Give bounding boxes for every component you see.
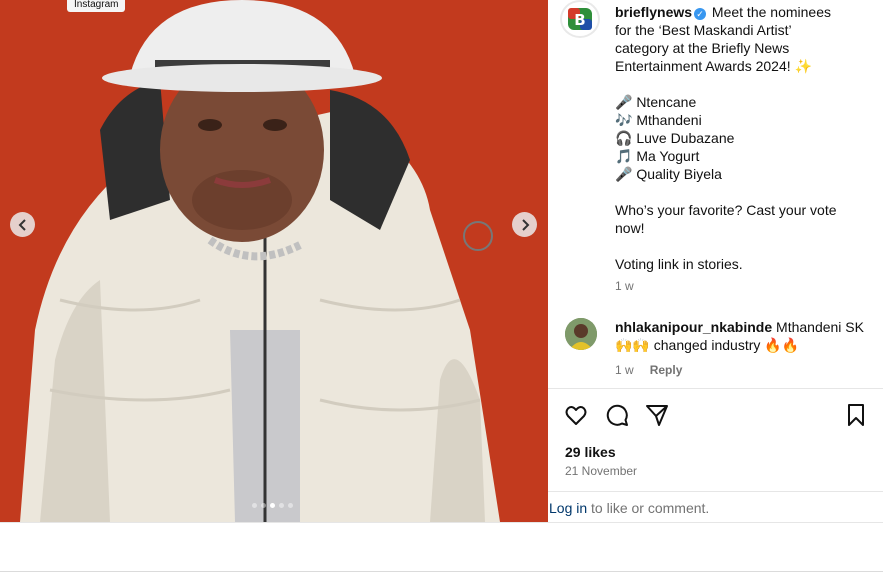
comment-icon[interactable] [605, 403, 629, 427]
caption-line [615, 183, 875, 201]
caption-line: Who’s your favorite? Cast your vote [615, 202, 837, 218]
comment-age: 1 w [615, 363, 634, 377]
next-slide-button[interactable] [512, 212, 537, 237]
svg-text:B: B [574, 11, 585, 29]
action-bar [564, 403, 870, 429]
login-prompt-text: to like or comment. [587, 500, 710, 516]
caption-line: Voting link in stories. [615, 256, 743, 272]
caption-line: for the ‘Best Maskandi Artist’ [615, 22, 792, 38]
divider [548, 491, 883, 492]
chevron-left-icon [18, 218, 26, 231]
caption-line: now! [615, 220, 645, 236]
post-media: Instagram [0, 0, 548, 522]
post-photo [20, 0, 500, 522]
verified-badge-icon: ✓ [694, 8, 707, 20]
likes-count[interactable]: 29 likes [565, 444, 616, 460]
caption-line: 🎶 Mthandeni [615, 112, 702, 128]
commenter-photo [565, 318, 597, 350]
login-prompt: Log in to like or comment. [549, 500, 709, 516]
commenter-avatar[interactable] [565, 318, 597, 350]
post-details-panel: B brieflynews ✓ Meet the nominees for the… [548, 0, 883, 522]
slide-dot [288, 503, 293, 508]
comment-meta: 1 w Reply [615, 363, 682, 377]
author-avatar[interactable]: B [560, 0, 600, 38]
caption-line: 🎤 Quality Biyela [615, 166, 722, 182]
login-link[interactable]: Log in [549, 500, 587, 516]
slide-indicator [252, 503, 293, 508]
heart-icon[interactable] [564, 403, 588, 427]
bookmark-icon[interactable] [844, 403, 868, 427]
caption-line [615, 237, 875, 255]
caption-line [615, 75, 875, 93]
chevron-right-icon [521, 218, 529, 231]
commenter-username[interactable]: nhlakanipour_nkabinde [615, 319, 772, 335]
caption-line: 🎧 Luve Dubazane [615, 130, 735, 146]
divider [0, 571, 883, 572]
caption-line: category at the Briefly News [615, 40, 790, 56]
reply-button[interactable]: Reply [650, 363, 683, 377]
caption-line: Entertainment Awards 2024! ✨ [615, 58, 812, 74]
slide-dot [279, 503, 284, 508]
slide-dot [252, 503, 257, 508]
briefly-logo-icon: B [564, 3, 596, 35]
caption-line: Meet the nominees [711, 4, 831, 20]
post-date: 21 November [565, 464, 638, 478]
slide-dot-active [270, 503, 275, 508]
comment: nhlakanipour_nkabinde Mthandeni SK 🙌🙌 ch… [615, 318, 877, 354]
divider [0, 522, 883, 523]
slide-dot [261, 503, 266, 508]
source-tag: Instagram [67, 0, 126, 12]
caption-line: 🎤 Ntencane [615, 94, 697, 110]
author-username[interactable]: brieflynews [615, 4, 692, 20]
post-age: 1 w [615, 279, 634, 293]
send-icon[interactable] [645, 403, 669, 427]
post-caption: brieflynews ✓ Meet the nominees for the ‘… [615, 3, 875, 273]
divider [548, 388, 883, 389]
caption-line: 🎵 Ma Yogurt [615, 148, 700, 164]
previous-slide-button[interactable] [10, 212, 35, 237]
